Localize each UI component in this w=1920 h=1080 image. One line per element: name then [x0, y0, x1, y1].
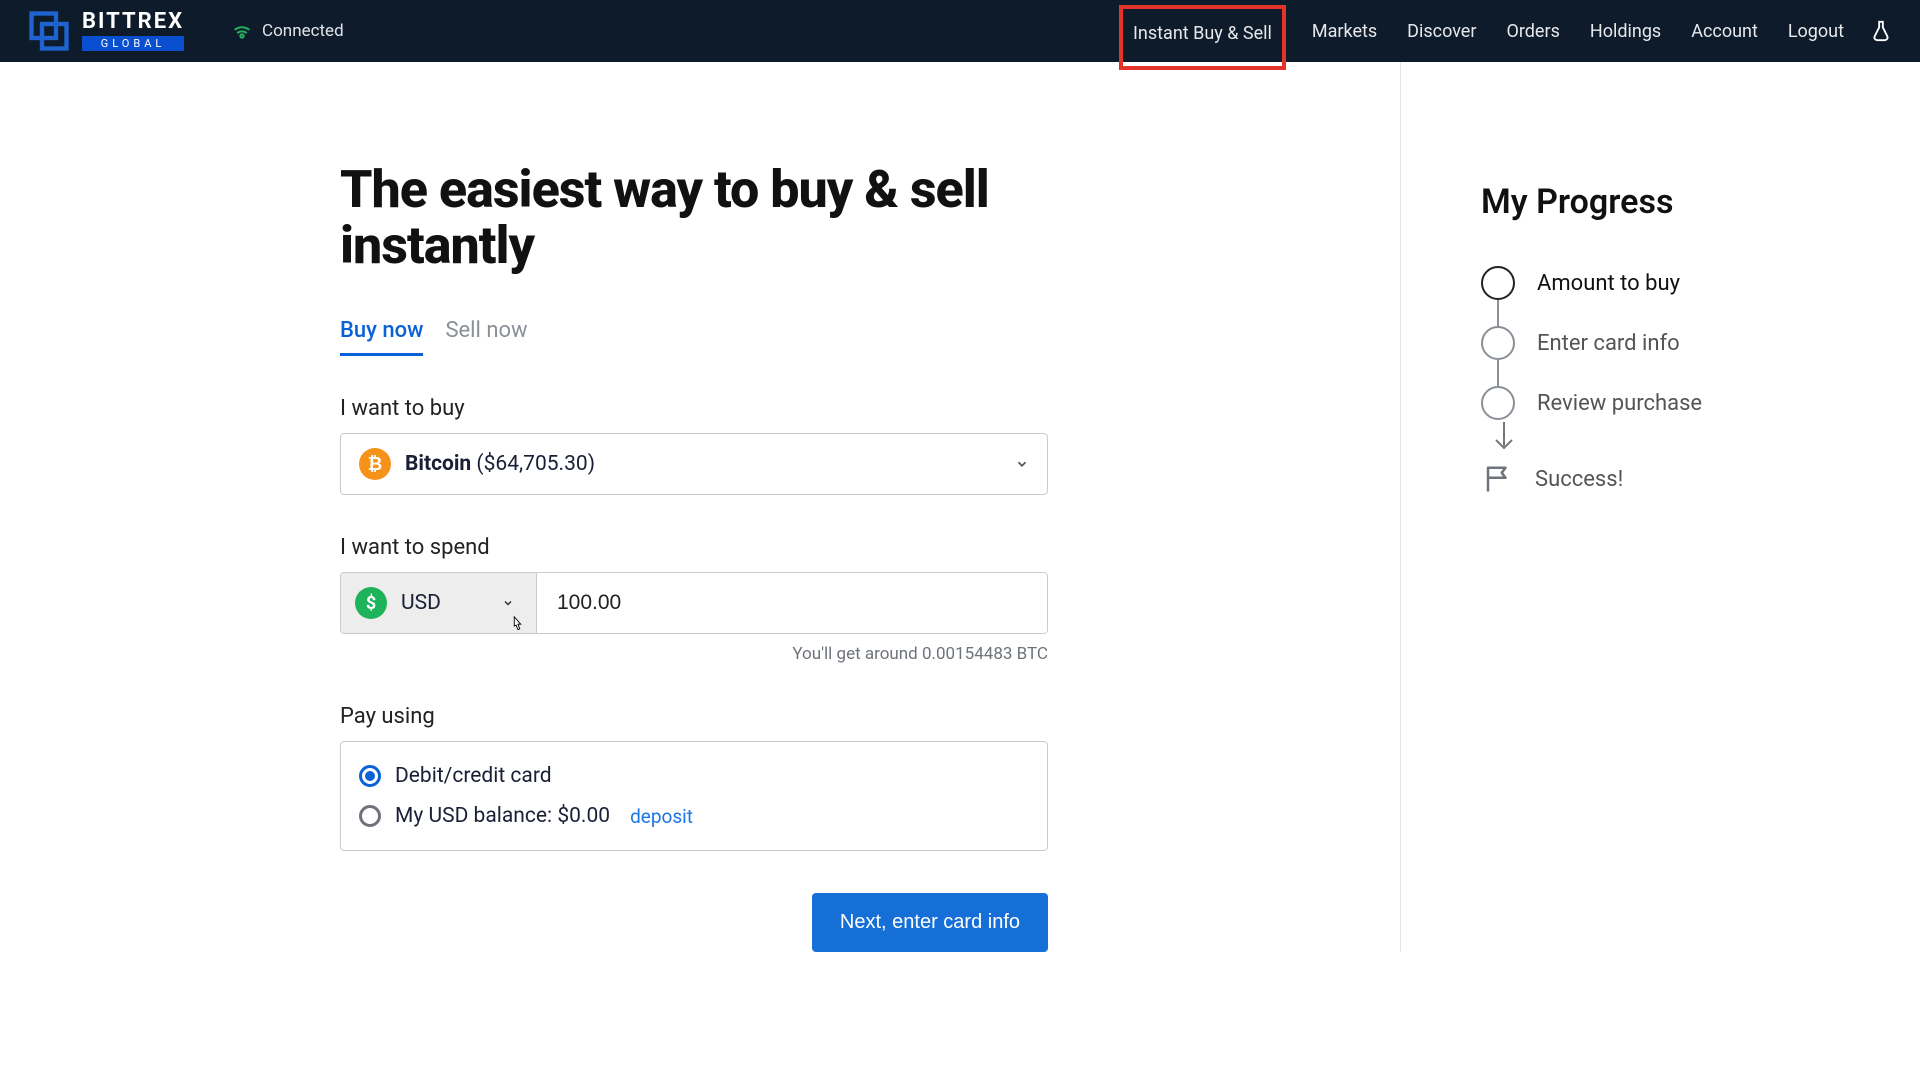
asset-selected-label: Bitcoin ($64,705.30): [405, 452, 595, 476]
chevron-down-icon: [1015, 457, 1029, 471]
radio-usd-balance[interactable]: My USD balance: $0.00 deposit: [359, 796, 1029, 836]
radio-off-icon: [359, 805, 381, 827]
nav-logout[interactable]: Logout: [1784, 3, 1848, 60]
wifi-icon: [232, 21, 252, 41]
primary-nav: Instant Buy & Sell Markets Discover Orde…: [1119, 3, 1892, 60]
nav-markets[interactable]: Markets: [1308, 3, 1381, 60]
step-connector: [1497, 360, 1499, 386]
labs-flask-icon[interactable]: [1870, 20, 1892, 42]
top-navigation: BITTREX GLOBAL Connected Instant Buy & S…: [0, 0, 1920, 62]
deposit-link[interactable]: deposit: [630, 805, 693, 828]
nav-instant-buy-sell[interactable]: Instant Buy & Sell: [1119, 5, 1286, 70]
step-circle-icon: [1481, 326, 1515, 360]
connection-status: Connected: [232, 21, 344, 41]
progress-step-amount: Amount to buy: [1481, 266, 1860, 300]
buy-sell-tabs: Buy now Sell now: [340, 318, 1400, 356]
asset-select[interactable]: ₿ Bitcoin ($64,705.30): [340, 433, 1048, 495]
nav-holdings[interactable]: Holdings: [1586, 3, 1665, 60]
bitcoin-icon: ₿: [359, 448, 391, 480]
flag-icon: [1483, 464, 1513, 494]
nav-discover[interactable]: Discover: [1403, 3, 1480, 60]
progress-step-success: Success!: [1481, 464, 1860, 494]
spend-row: $ USD: [340, 572, 1048, 634]
arrow-down-icon: [1492, 422, 1516, 456]
step-circle-icon: [1481, 386, 1515, 420]
step-circle-icon: [1481, 266, 1515, 300]
step-connector: [1497, 300, 1499, 326]
tab-buy-now[interactable]: Buy now: [340, 318, 423, 356]
payment-method-group: Debit/credit card My USD balance: $0.00 …: [340, 741, 1048, 851]
page-title: The easiest way to buy & sell instantly: [340, 162, 1040, 274]
label-want-to-buy: I want to buy: [340, 396, 1048, 421]
connection-label: Connected: [262, 21, 344, 41]
usd-icon: $: [355, 587, 387, 619]
nav-orders[interactable]: Orders: [1502, 3, 1563, 60]
brand-name: BITTREX: [82, 11, 184, 33]
label-pay-using: Pay using: [340, 704, 1048, 729]
estimate-text: You'll get around 0.00154483 BTC: [340, 644, 1048, 664]
progress-title: My Progress: [1481, 182, 1860, 222]
main-content: The easiest way to buy & sell instantly …: [0, 62, 1400, 952]
tab-sell-now[interactable]: Sell now: [445, 318, 527, 356]
next-enter-card-info-button[interactable]: Next, enter card info: [812, 893, 1048, 952]
progress-sidebar: My Progress Amount to buy Enter card inf…: [1400, 62, 1920, 952]
chevron-down-icon: [502, 597, 514, 609]
brand-sublabel: GLOBAL: [82, 36, 184, 51]
brand-logo[interactable]: BITTREX GLOBAL: [28, 10, 184, 52]
currency-code-label: USD: [401, 591, 441, 615]
radio-debit-credit-card[interactable]: Debit/credit card: [359, 756, 1029, 796]
bittrex-logo-icon: [28, 10, 70, 52]
progress-step-review: Review purchase: [1481, 386, 1860, 420]
pointer-cursor-icon: [506, 615, 528, 634]
progress-step-card-info: Enter card info: [1481, 326, 1860, 360]
brand-text: BITTREX GLOBAL: [82, 11, 184, 51]
radio-on-icon: [359, 765, 381, 787]
currency-select[interactable]: $ USD: [341, 573, 537, 633]
amount-input[interactable]: [537, 573, 1047, 633]
label-want-to-spend: I want to spend: [340, 535, 1048, 560]
nav-account[interactable]: Account: [1687, 3, 1762, 60]
